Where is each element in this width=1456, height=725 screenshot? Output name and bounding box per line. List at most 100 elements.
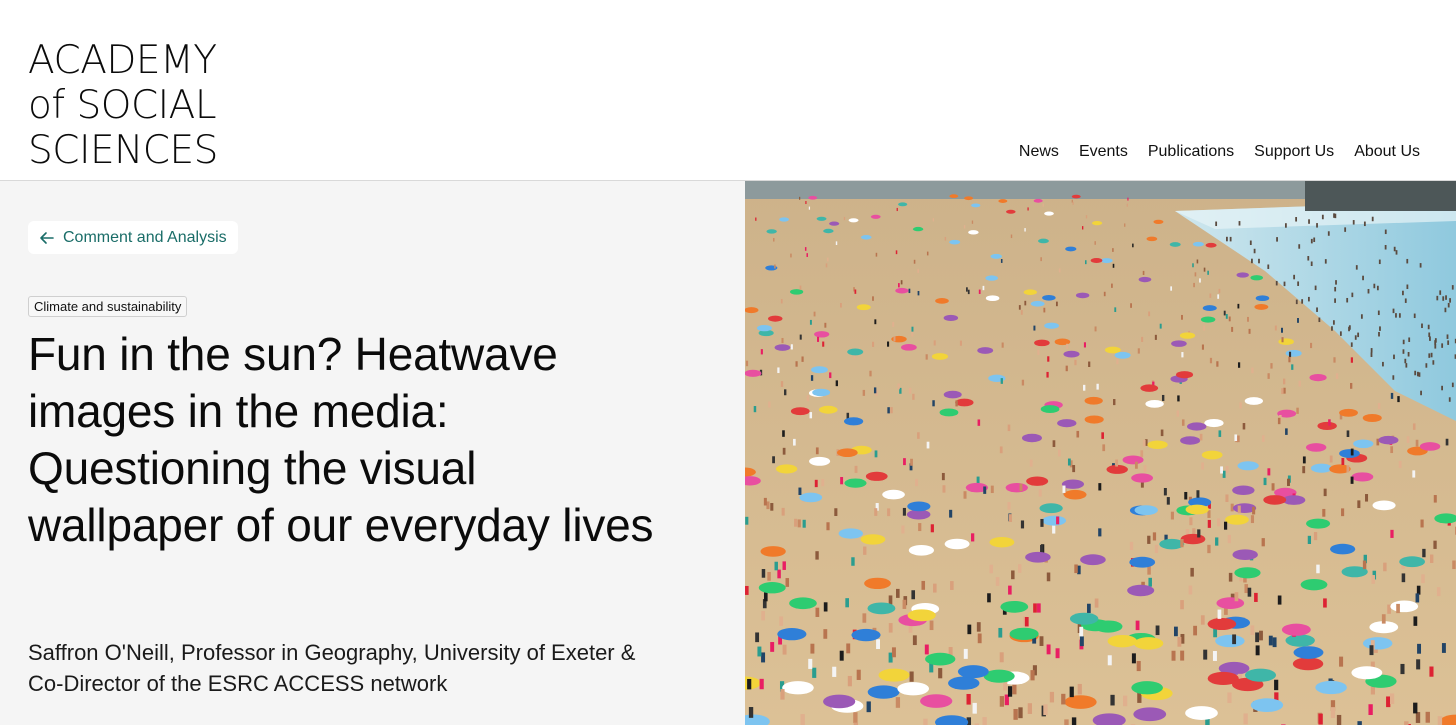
swimmer xyxy=(1418,372,1421,377)
beach-umbrella xyxy=(1192,241,1204,247)
swimmer xyxy=(1295,217,1298,222)
beach-umbrella xyxy=(1134,505,1158,516)
swimmer xyxy=(1335,280,1337,285)
beachgoer xyxy=(755,632,760,643)
beach-umbrella xyxy=(1038,238,1049,244)
beachgoer xyxy=(1398,460,1402,468)
swimmer xyxy=(1251,258,1253,264)
swimmer xyxy=(1445,295,1447,300)
beachgoer xyxy=(1056,516,1060,525)
beachgoer xyxy=(1102,444,1106,452)
beachgoer xyxy=(1417,643,1422,654)
beach-umbrella xyxy=(935,297,949,304)
beach-umbrella xyxy=(948,676,980,690)
beachgoer xyxy=(1040,257,1042,262)
beachgoer xyxy=(1052,440,1056,447)
beach-umbrella xyxy=(1042,294,1056,301)
beach-umbrella xyxy=(847,348,864,356)
beach-umbrella xyxy=(1131,681,1163,695)
beach-umbrella xyxy=(1153,219,1164,225)
beachgoer xyxy=(1033,325,1036,331)
beachgoer xyxy=(887,341,890,347)
swimmer xyxy=(1350,342,1353,347)
beachgoer xyxy=(1024,300,1027,306)
beachgoer xyxy=(1030,670,1035,681)
nav-item-publications[interactable]: Publications xyxy=(1148,143,1234,161)
beach-umbrella xyxy=(782,681,814,695)
main-nav: News Events Publications Support Us Abou… xyxy=(1019,143,1420,161)
beachgoer xyxy=(768,401,771,408)
beachgoer xyxy=(912,635,917,646)
beachgoer xyxy=(1166,497,1170,505)
beach-umbrella xyxy=(1140,384,1159,392)
beachgoer xyxy=(950,581,954,590)
beachgoer xyxy=(1190,567,1194,577)
beach-umbrella xyxy=(1080,554,1106,566)
swimmer xyxy=(1327,231,1330,236)
swimmer xyxy=(1430,352,1433,358)
nav-item-support-us[interactable]: Support Us xyxy=(1254,143,1334,161)
beachgoer xyxy=(999,696,1005,707)
beachgoer xyxy=(785,578,790,587)
beachgoer xyxy=(806,253,808,257)
swimmer xyxy=(1417,371,1419,377)
swimmer xyxy=(1367,288,1370,294)
beachgoer xyxy=(1096,383,1099,390)
beach-umbrella xyxy=(1293,646,1324,659)
crowded-beach-photo xyxy=(745,181,1456,725)
beachgoer xyxy=(1390,693,1395,705)
nav-item-about-us[interactable]: About Us xyxy=(1354,143,1420,161)
beach-umbrella xyxy=(1305,443,1327,452)
beach-umbrella xyxy=(812,388,831,397)
beachgoer xyxy=(790,344,793,350)
swimmer xyxy=(1229,236,1232,242)
beachgoer xyxy=(896,207,898,212)
beachgoer xyxy=(1237,362,1241,368)
beachgoer xyxy=(1067,458,1071,466)
beachgoer xyxy=(1010,234,1013,239)
beachgoer xyxy=(1302,456,1306,464)
beachgoer xyxy=(825,263,828,268)
beachgoer xyxy=(966,287,968,292)
beachgoer xyxy=(1135,620,1140,631)
beach-umbrella xyxy=(957,665,989,679)
swimmer xyxy=(1384,229,1387,235)
article-title: Fun in the sun? Heatwave images in the m… xyxy=(28,328,654,551)
beachgoer xyxy=(1336,714,1342,725)
category-tag[interactable]: Climate and sustainability xyxy=(28,296,188,317)
beach-umbrella xyxy=(1310,463,1333,473)
beachgoer xyxy=(1124,223,1126,227)
beachgoer xyxy=(990,485,994,494)
swimmer xyxy=(1447,340,1450,345)
beach-umbrella xyxy=(1131,473,1154,483)
back-to-comment-button[interactable]: Comment and Analysis xyxy=(28,221,238,254)
beachgoer xyxy=(955,400,958,407)
logo-line-3: SCIENCES xyxy=(28,128,218,173)
beach-umbrella xyxy=(1237,461,1259,471)
beachgoer xyxy=(1170,286,1173,291)
beach-umbrella xyxy=(1069,612,1099,625)
beachgoer xyxy=(1072,201,1074,205)
beachgoer xyxy=(1141,336,1144,342)
beach-umbrella xyxy=(1285,349,1302,357)
beachgoer xyxy=(1271,483,1275,491)
beachgoer xyxy=(1413,702,1418,714)
beach-umbrella xyxy=(1000,600,1029,613)
beach-umbrella xyxy=(799,492,823,503)
swimmer xyxy=(1408,337,1411,342)
beachgoer xyxy=(1101,432,1104,439)
beachgoer xyxy=(959,340,962,346)
nav-item-news[interactable]: News xyxy=(1019,143,1059,161)
beach-umbrella xyxy=(968,230,979,235)
swimmer xyxy=(1331,326,1333,331)
beachgoer xyxy=(1115,459,1119,467)
nav-item-events[interactable]: Events xyxy=(1079,143,1128,161)
site-header: ACADEMY of SOCIAL SCIENCES News Events P… xyxy=(0,0,1456,181)
beachgoer xyxy=(1250,515,1255,524)
site-logo[interactable]: ACADEMY of SOCIAL SCIENCES xyxy=(28,38,218,173)
beachgoer xyxy=(1027,703,1033,714)
swimmer xyxy=(1404,298,1407,303)
beachgoer xyxy=(815,551,819,560)
beachgoer xyxy=(1283,387,1286,394)
beachgoer xyxy=(1252,506,1256,515)
